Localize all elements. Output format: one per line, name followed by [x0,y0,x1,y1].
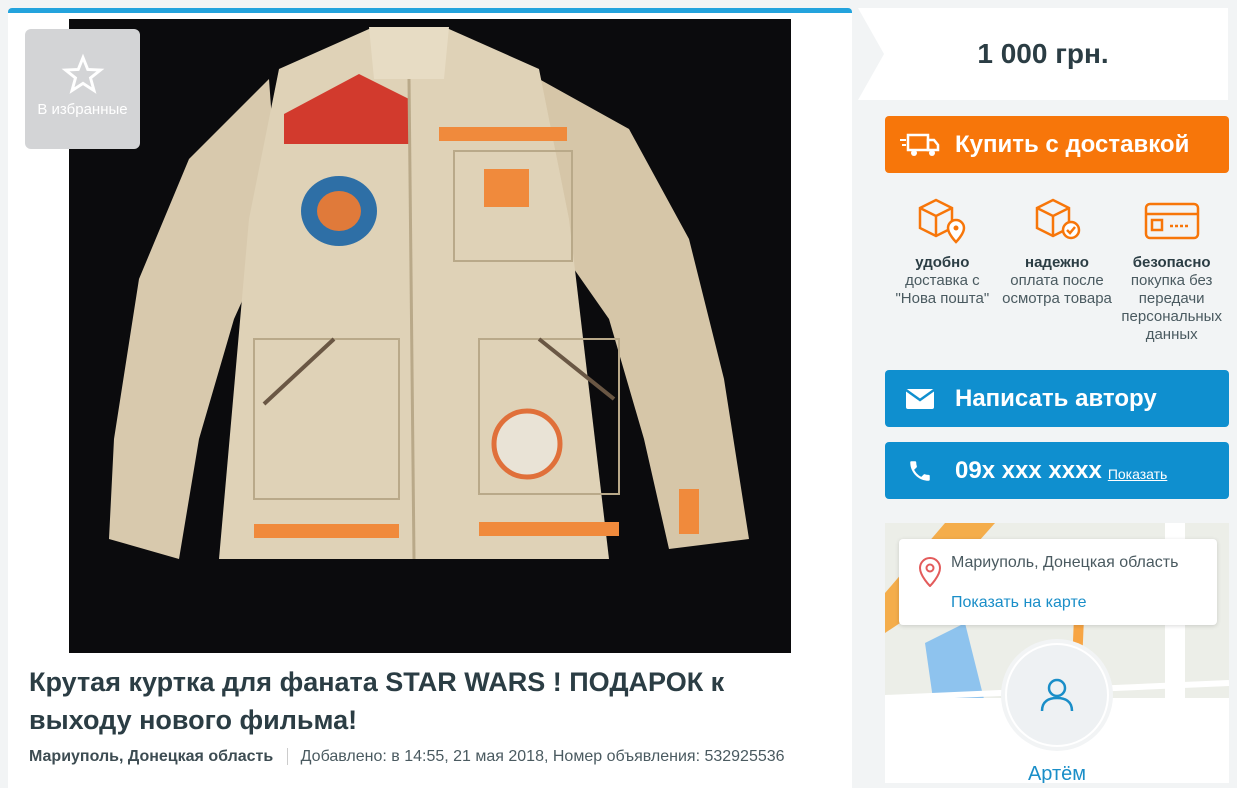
user-icon [1040,678,1074,712]
feature-reliable: надежно оплата после осмотра товара [1000,190,1115,360]
price: 1 000 грн. [977,38,1109,69]
favorite-button[interactable]: В избранные [25,29,140,149]
listing-meta: Мариуполь, Донецкая область Добавлено: в… [29,748,785,766]
avatar[interactable] [1005,643,1109,747]
features: удобно доставка с "Нова пошта" надежно о… [885,190,1229,360]
show-phone-link[interactable]: Показать [1108,466,1168,482]
card-icon [1114,190,1229,250]
feature-text: доставка с "Нова пошта" [895,272,990,307]
listing-panel: В избранные Крутая куртка для фаната STA… [8,8,852,788]
message-button-label: Написать автору [955,384,1157,412]
listing-photo[interactable] [69,19,791,653]
feature-title: надежно [1025,254,1089,271]
map-panel[interactable]: Мариуполь, Донецкая область Показать на … [885,523,1229,783]
truck-icon [885,132,955,158]
feature-text: оплата после осмотра товара [1002,272,1112,307]
show-on-map-link[interactable]: Показать на карте [951,594,1086,612]
feature-title: безопасно [1132,254,1211,271]
buy-with-delivery-button[interactable]: Купить с доставкой [885,116,1229,173]
phone-button[interactable]: 09x xxx xxxx Показать [885,442,1229,499]
location-pin-icon [919,557,941,587]
price-box: 1 000 грн. [858,8,1228,100]
star-icon [61,53,104,94]
favorite-label: В избранные [37,101,128,118]
feature-text: покупка без передачи персональных данных [1121,272,1222,343]
listing-added: Добавлено: в 14:55, 21 мая 2018, Номер о… [300,748,785,765]
buy-button-label: Купить с доставкой [955,130,1190,158]
feature-title: удобно [915,254,970,271]
feature-safe: безопасно покупка без передачи персональ… [1114,190,1229,360]
message-author-button[interactable]: Написать автору [885,370,1229,427]
envelope-icon [885,388,955,409]
feature-convenient: удобно доставка с "Нова пошта" [885,190,1000,360]
box-location-icon [885,190,1000,250]
phone-icon [885,458,955,484]
listing-location[interactable]: Мариуполь, Донецкая область [29,748,289,765]
location-card: Мариуполь, Донецкая область Показать на … [899,539,1217,625]
map-address: Мариуполь, Донецкая область [951,554,1179,571]
phone-number: 09x xxx xxxx [955,456,1102,484]
user-name[interactable]: Артём [885,763,1229,783]
box-check-icon [1000,190,1115,250]
jacket-image [69,19,791,653]
listing-title: Крутая куртка для фаната STAR WARS ! ПОД… [29,667,725,735]
